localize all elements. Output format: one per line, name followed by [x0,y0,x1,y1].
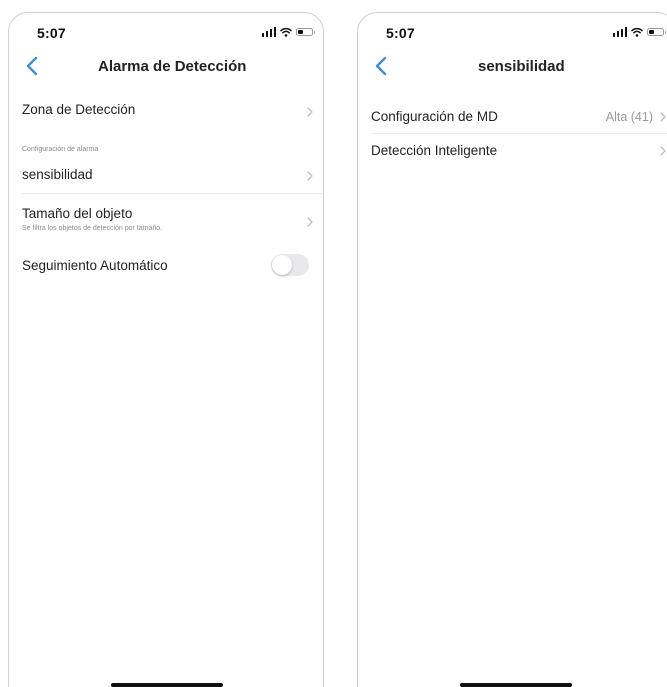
status-time: 5:07 [37,25,66,41]
navigation-bar: sensibilidad [358,49,667,83]
chevron-left-icon[interactable] [23,55,43,77]
screenshot-stage: 5:07 Alarma de Detección Zona de Detecci… [0,0,667,687]
status-time: 5:07 [386,25,415,41]
object-size-label: Tamaño del objeto [22,206,133,221]
status-icons [612,26,666,38]
wifi-icon [631,27,643,37]
home-indicator [460,683,572,687]
battery-icon [296,28,315,36]
toggle-knob [272,255,292,275]
right-phone-screen: 5:07 sensibilidad Configuración de MD Al… [357,12,667,687]
chevron-right-icon [660,112,666,122]
md-config-value: Alta (41) [605,110,653,124]
chevron-right-icon [307,217,313,227]
object-size-row[interactable]: Tamaño del objeto Se filtra los objetos … [9,194,323,244]
md-config-row[interactable]: Configuración de MD Alta (41) [358,101,667,133]
object-size-description: Se filtra los objetos de detección por t… [22,225,163,232]
chevron-right-icon [660,146,666,156]
settings-list: Configuración de MD Alta (41) Detección … [358,101,667,168]
detection-zone-row[interactable]: Zona de Detección [9,91,323,127]
status-icons [261,26,315,38]
page-title: sensibilidad [478,58,565,75]
left-phone-screen: 5:07 Alarma de Detección Zona de Detecci… [8,12,324,687]
auto-tracking-toggle[interactable] [271,254,309,276]
page-title: Alarma de Detección [98,58,247,75]
sensitivity-label: sensibilidad [22,167,93,182]
auto-tracking-row: Seguimiento Automático [9,244,323,286]
settings-list: Zona de Detección Configuración de alarm… [9,91,323,286]
chevron-left-icon[interactable] [372,55,392,77]
home-indicator [111,683,223,687]
chevron-right-icon [307,171,313,181]
auto-tracking-label: Seguimiento Automático [22,258,168,273]
smart-detection-row[interactable]: Detección Inteligente [358,134,667,168]
battery-icon [647,28,666,36]
sensitivity-row[interactable]: sensibilidad [9,158,323,193]
smart-detection-label: Detección Inteligente [371,143,498,158]
navigation-bar: Alarma de Detección [9,49,323,83]
chevron-right-icon [307,107,313,117]
signal-icon [612,27,627,37]
signal-icon [261,27,276,37]
status-bar: 5:07 [9,13,323,49]
detection-zone-label: Zona de Detección [22,102,136,117]
wifi-icon [280,27,292,37]
alarm-section-header: Configuración de alarma [22,146,99,153]
status-bar: 5:07 [358,13,667,49]
md-config-label: Configuración de MD [371,109,498,124]
